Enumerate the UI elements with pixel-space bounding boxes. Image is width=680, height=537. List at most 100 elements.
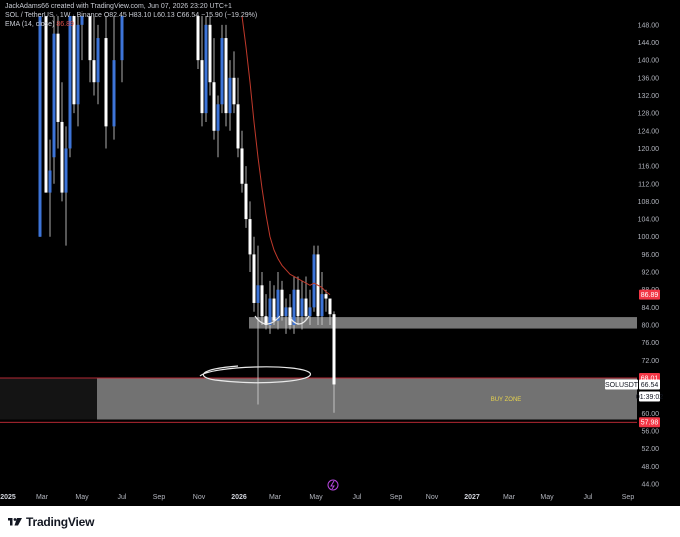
- candle-body: [236, 104, 240, 149]
- y-tick-label: 148.00: [638, 22, 660, 29]
- candle-body: [220, 38, 224, 105]
- y-tick-label: 56.00: [641, 428, 659, 435]
- price-label: 01:39:02: [636, 391, 663, 402]
- y-tick-label: 96.00: [641, 252, 659, 259]
- candle-body: [44, 16, 48, 193]
- candle-body: [112, 60, 116, 127]
- candle-body: [312, 254, 316, 308]
- candle-body: [104, 38, 108, 127]
- y-tick-label: 112.00: [638, 181, 659, 188]
- y-tick-label: 128.00: [638, 111, 660, 118]
- y-tick-label: 144.00: [638, 40, 660, 47]
- x-tick-label: Mar: [503, 494, 516, 501]
- candle: [72, 16, 76, 114]
- price-label: 86.89: [639, 289, 660, 300]
- candle: [216, 95, 220, 158]
- chart-header: JackAdams66 created with TradingView.com…: [5, 3, 257, 30]
- x-tick-label: Sep: [153, 494, 166, 501]
- candle-body: [92, 60, 96, 83]
- candle: [252, 236, 256, 312]
- candle: [228, 60, 232, 131]
- candle: [312, 245, 316, 312]
- candle-body: [224, 38, 228, 114]
- y-tick-label: 44.00: [641, 481, 659, 488]
- candle-body: [292, 289, 296, 326]
- y-tick-label: 116.00: [638, 164, 659, 171]
- candle-body: [284, 307, 288, 317]
- candle: [200, 16, 204, 127]
- x-tick-label: Jul: [584, 494, 593, 501]
- candle-body: [56, 33, 60, 122]
- candle: [232, 51, 236, 114]
- candle-body: [272, 298, 276, 321]
- x-tick-label: Mar: [269, 494, 282, 501]
- y-tick-label: 104.00: [638, 217, 660, 224]
- candle-body: [268, 298, 272, 326]
- price-label: 66.54: [639, 379, 660, 390]
- candle: [240, 130, 244, 193]
- candle: [38, 16, 42, 237]
- y-tick-label: 72.00: [641, 358, 659, 365]
- candle-body: [244, 183, 248, 220]
- candle-body: [260, 285, 264, 317]
- y-tick-label: 120.00: [638, 146, 660, 153]
- y-tick-label: 100.00: [638, 234, 660, 241]
- candle: [48, 139, 52, 237]
- x-tick-label: Nov: [426, 494, 439, 501]
- y-tick-label: 52.00: [641, 446, 659, 453]
- candle-body: [304, 298, 308, 317]
- candle: [60, 82, 64, 202]
- y-tick-label: 124.00: [638, 128, 660, 135]
- candle: [288, 294, 292, 330]
- y-tick-label: 140.00: [638, 58, 660, 65]
- tradingview-brand: TradingView: [26, 515, 95, 529]
- y-tick-label: 48.00: [641, 464, 659, 471]
- candle: [248, 201, 252, 273]
- y-tick-label: 132.00: [638, 93, 660, 100]
- y-tick-label: 136.00: [638, 75, 660, 82]
- candle: [112, 16, 116, 140]
- candle-body: [256, 285, 260, 303]
- candle-body: [200, 60, 204, 114]
- price-label-text: SOLUSDT: [605, 382, 639, 389]
- candle-body: [320, 294, 324, 317]
- y-tick-label: 76.00: [641, 340, 659, 347]
- buy-zone-rect[interactable]: [97, 378, 637, 420]
- x-tick-label: 2027: [464, 494, 480, 501]
- candle-body: [296, 289, 300, 317]
- candle-body: [248, 219, 252, 255]
- candle: [204, 16, 208, 122]
- x-tick-label: Sep: [622, 494, 635, 501]
- price-label: SOLUSDT: [605, 379, 639, 390]
- candle: [44, 16, 48, 193]
- candle: [280, 280, 284, 321]
- candle: [52, 16, 56, 184]
- tradingview-logo-icon: [8, 518, 22, 526]
- candle: [212, 38, 216, 140]
- tradingview-logo[interactable]: TradingView: [8, 515, 94, 529]
- candle-body: [280, 289, 284, 317]
- x-tick-label: 2025: [0, 494, 16, 501]
- candle-body: [300, 298, 304, 317]
- candle-body: [68, 16, 72, 149]
- ema-label: EMA (14, close): [5, 21, 55, 28]
- x-tick-label: Jul: [118, 494, 127, 501]
- x-tick-label: Sep: [390, 494, 403, 501]
- candle: [272, 285, 276, 326]
- lightning-icon[interactable]: [327, 479, 339, 491]
- price-label-text: 66.54: [641, 382, 659, 389]
- ema-legend: EMA (14, close) 86.89: [5, 21, 257, 30]
- candle-body: [52, 33, 56, 158]
- x-tick-label: May: [75, 494, 89, 501]
- candle-body: [96, 38, 100, 83]
- price-chart[interactable]: 44.0048.0052.0056.0060.0064.0068.0072.00…: [0, 0, 680, 506]
- footer-bar: TradingView: [0, 506, 680, 537]
- buy-zone-left-band: [0, 378, 97, 420]
- x-tick-label: Jul: [353, 494, 362, 501]
- candle-body: [76, 24, 80, 105]
- price-label: 57.98: [639, 417, 660, 428]
- candle-body: [276, 289, 280, 321]
- candle-body: [308, 307, 312, 317]
- candle-body: [332, 314, 336, 385]
- y-tick-label: 84.00: [641, 305, 659, 312]
